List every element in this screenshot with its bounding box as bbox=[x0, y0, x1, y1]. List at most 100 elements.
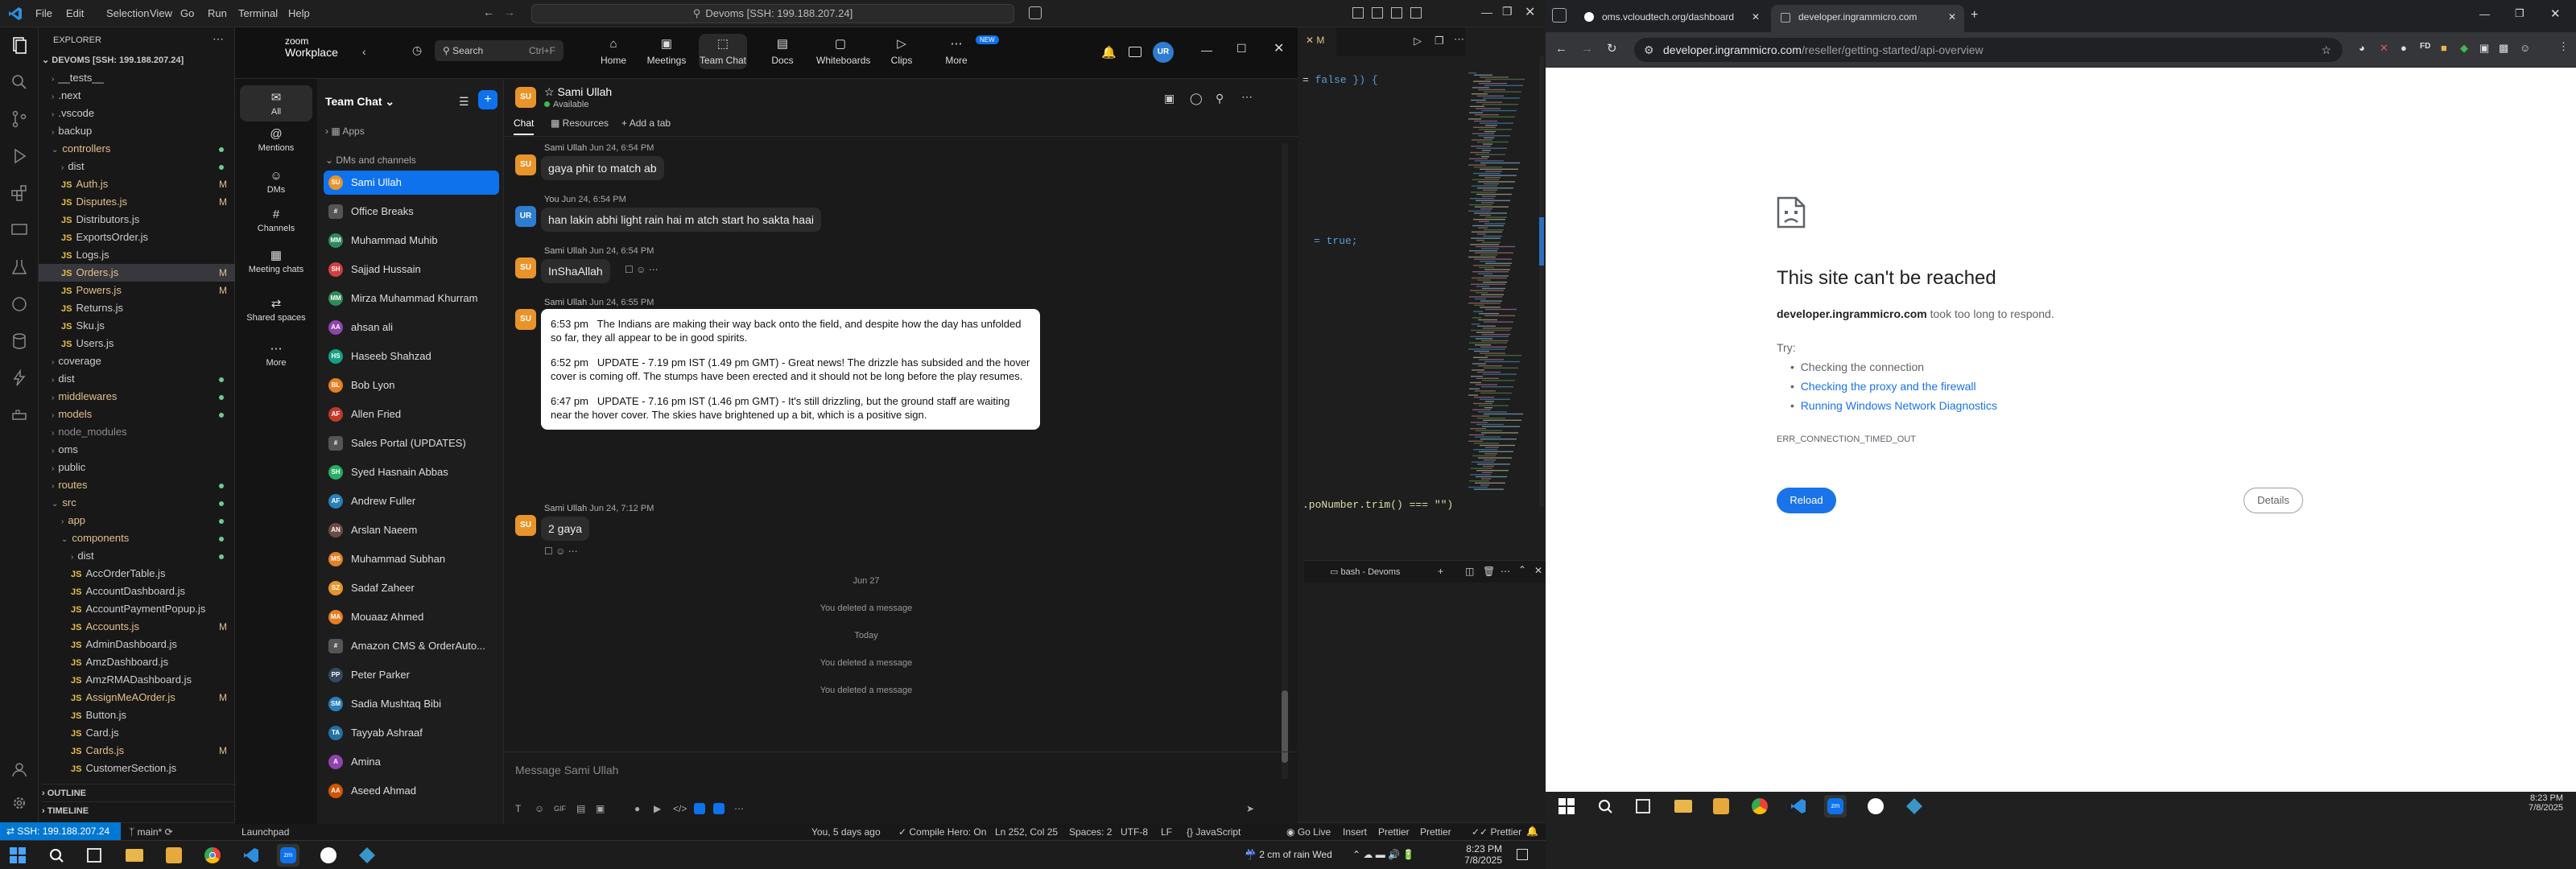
extension-circle-icon[interactable]: ● bbox=[2401, 42, 2407, 54]
video-call-icon[interactable]: ▣ bbox=[1164, 92, 1174, 105]
layout-secondary-icon[interactable] bbox=[1391, 7, 1402, 19]
site-info-icon[interactable]: ⚙ bbox=[1644, 38, 1654, 62]
folder-item[interactable]: › dist bbox=[39, 370, 235, 388]
dms-channels-section[interactable]: ⌄ DMs and channels bbox=[325, 154, 416, 166]
tab-close-icon[interactable]: ✕ bbox=[1948, 5, 1956, 29]
nav-home[interactable]: ⌂ Home bbox=[589, 37, 638, 66]
copilot-icon[interactable] bbox=[1029, 6, 1042, 19]
task-view-icon[interactable] bbox=[1636, 799, 1650, 813]
message-bubble[interactable]: InShaAllah bbox=[541, 259, 610, 283]
menu-help[interactable]: Help bbox=[288, 7, 310, 19]
chat-list-item[interactable]: AN Arslan Naeem bbox=[324, 518, 499, 542]
browser-close-icon[interactable]: ✕ bbox=[2550, 6, 2561, 21]
compile-hero-status[interactable]: ✓ Compile Hero: On bbox=[898, 826, 986, 838]
go-live-status[interactable]: ◉ Go Live bbox=[1286, 826, 1331, 838]
vscode-taskbar-icon[interactable] bbox=[1790, 798, 1806, 814]
chat-list-item[interactable]: SU Sami Ullah bbox=[324, 171, 499, 195]
layout-sidebar-icon[interactable] bbox=[1352, 7, 1364, 19]
rail-meeting-chats[interactable]: ▦ Meeting chats bbox=[240, 248, 312, 274]
folder-item[interactable]: › backup bbox=[39, 122, 235, 140]
rail-shared-spaces[interactable]: ⇄ Shared spaces bbox=[240, 296, 312, 323]
vscode-taskbar-icon[interactable] bbox=[243, 847, 259, 863]
folder-item[interactable]: ⌄ components bbox=[39, 529, 235, 547]
file-item[interactable]: JS Auth.js M bbox=[39, 175, 235, 193]
cursor-position[interactable]: Ln 252, Col 25 bbox=[995, 826, 1058, 838]
close-panel-icon[interactable]: ✕ bbox=[1534, 565, 1542, 576]
user-avatar[interactable]: UR bbox=[1153, 42, 1174, 63]
add-tab-button[interactable]: + Add a tab bbox=[621, 117, 671, 129]
account-icon[interactable] bbox=[10, 760, 29, 779]
meeting-integration-icon[interactable] bbox=[713, 803, 724, 814]
browser-tab-active[interactable]: developer.ingrammicro.com ✕ bbox=[1771, 5, 1964, 32]
menu-selection[interactable]: Selection bbox=[106, 7, 149, 19]
taskbar-search-icon[interactable] bbox=[48, 847, 64, 863]
file-item[interactable]: JS AccountDashboard.js bbox=[39, 583, 235, 600]
chat-list-item[interactable]: BL Bob Lyon bbox=[324, 373, 499, 397]
extension-icons[interactable]: ◕ ✕ ● FD ■ ◆ ▣ ▩ ☺ bbox=[2359, 42, 2536, 58]
zoom-taskbar-icon[interactable]: zm bbox=[277, 844, 299, 867]
editor-tab[interactable]: ✕ M bbox=[1298, 27, 1336, 56]
indent-status[interactable]: Spaces: 2 bbox=[1069, 826, 1112, 838]
source-control-icon[interactable] bbox=[10, 109, 29, 129]
prettier-status[interactable]: Prettier bbox=[1420, 826, 1451, 838]
rail-more[interactable]: ⋯ More bbox=[240, 341, 312, 368]
format-text-icon[interactable]: T bbox=[515, 803, 521, 814]
chat-list-item[interactable]: # Sales Portal (UPDATES) bbox=[324, 431, 499, 455]
restore-icon[interactable]: ❐ bbox=[1502, 5, 1513, 19]
chrome-icon[interactable] bbox=[204, 847, 221, 863]
chat-list-item[interactable]: # Office Breaks bbox=[324, 200, 499, 224]
search-icon[interactable] bbox=[10, 72, 29, 92]
close-icon[interactable]: ✕ bbox=[1525, 4, 1535, 20]
screen-share-icon[interactable] bbox=[1129, 47, 1141, 57]
terminal-more-icon[interactable]: ⋯ bbox=[1501, 566, 1510, 577]
folder-item[interactable]: › app bbox=[39, 512, 235, 529]
reaction-icons[interactable]: ☐ ☺ ⋯ bbox=[625, 264, 658, 275]
chat-scrollbar[interactable] bbox=[1282, 143, 1288, 779]
minimize-icon[interactable]: — bbox=[1481, 6, 1492, 19]
app-integration-icon[interactable] bbox=[694, 803, 705, 814]
obs-icon[interactable] bbox=[1868, 798, 1884, 814]
more-actions-icon[interactable]: ⋯ bbox=[213, 32, 224, 46]
run-debug-icon[interactable] bbox=[10, 146, 29, 166]
extension-x-icon[interactable]: ✕ bbox=[2380, 42, 2388, 55]
files-icon[interactable] bbox=[10, 35, 29, 55]
chat-list-item[interactable]: AA Aseed Ahmad bbox=[324, 779, 499, 803]
launchpad-status[interactable]: Launchpad bbox=[242, 826, 289, 838]
emoji-icon[interactable]: ☺ bbox=[535, 803, 544, 814]
chat-more-icon[interactable]: ⋯ bbox=[1241, 90, 1253, 104]
chat-list-item[interactable]: AF Allen Fried bbox=[324, 402, 499, 426]
folder-item[interactable]: › middlewares bbox=[39, 388, 235, 406]
command-center[interactable]: ⚲ Devoms [SSH: 199.188.207.24] bbox=[531, 4, 1014, 23]
encoding-status[interactable]: UTF-8 bbox=[1121, 826, 1148, 838]
file-item[interactable]: JS Logs.js bbox=[39, 246, 235, 264]
zoom-taskbar-icon[interactable]: zm bbox=[1824, 795, 1847, 818]
message-input[interactable]: Message Sami Ullah bbox=[515, 760, 1264, 780]
chat-list-item[interactable]: AA ahsan ali bbox=[324, 315, 499, 340]
apps-section[interactable]: › ▦ Apps bbox=[325, 126, 365, 137]
filter-icon[interactable]: ☰ bbox=[459, 95, 469, 109]
nav-docs[interactable]: ▤ Docs bbox=[758, 37, 807, 66]
chat-list-item[interactable]: MM Muhammad Muhib bbox=[324, 229, 499, 253]
prettier-status[interactable]: Prettier bbox=[1378, 826, 1410, 838]
file-item[interactable]: JS Card.js bbox=[39, 724, 235, 742]
folder-item[interactable]: › public bbox=[39, 459, 235, 476]
zoom-minimize-icon[interactable]: — bbox=[1201, 43, 1212, 56]
menu-file[interactable]: File bbox=[35, 7, 52, 19]
nav-more[interactable]: ⋯ More bbox=[932, 37, 980, 66]
extensions-icon[interactable] bbox=[10, 183, 29, 203]
screenshot-icon[interactable]: ▣ bbox=[596, 803, 605, 814]
editor-scrollbar[interactable] bbox=[1539, 56, 1544, 507]
details-button[interactable]: Details bbox=[2244, 488, 2303, 513]
extension-folder-icon[interactable]: ■ bbox=[2441, 42, 2447, 54]
chat-list-item[interactable]: # Amazon CMS & OrderAuto... bbox=[324, 634, 499, 658]
tab-search-icon[interactable] bbox=[1552, 8, 1567, 23]
folder-item[interactable]: › oms bbox=[39, 441, 235, 459]
browser-minimize-icon[interactable]: — bbox=[2479, 8, 2490, 20]
folder-item[interactable]: › __tests__ bbox=[39, 69, 235, 87]
folder-item[interactable]: › dist bbox=[39, 547, 235, 565]
file-item[interactable]: JS AmzRMADashboard.js bbox=[39, 671, 235, 689]
chat-list-item[interactable]: MM Mirza Muhammad Khurram bbox=[324, 286, 499, 311]
branch-status[interactable]: ᛉ main* ⟳ bbox=[129, 826, 173, 838]
windows-start-icon[interactable] bbox=[1558, 798, 1575, 814]
file-item[interactable]: JS ExportsOrder.js bbox=[39, 229, 235, 246]
